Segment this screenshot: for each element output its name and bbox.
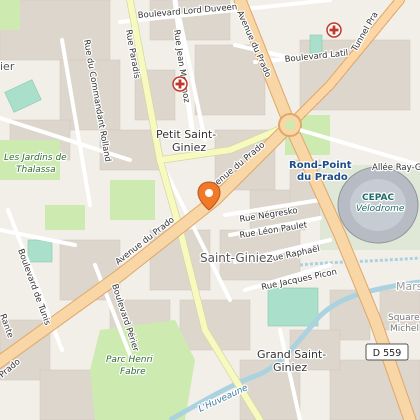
label-rond-point-1: Rond-Point <box>289 160 352 171</box>
rond-point-centre <box>285 120 295 130</box>
label-petit-saint-giniez-1: Petit Saint- <box>156 128 216 141</box>
label-marseille-fragment: Mars <box>396 280 420 293</box>
map-svg[interactable]: Boulevard Lord Duveen Rue Paradis Rue Je… <box>0 0 420 420</box>
label-grand-saint-giniez-1: Grand Saint- <box>257 348 326 361</box>
label-parc-henri-fabre-1: Parc Henri <box>106 355 153 365</box>
label-ier-fragment: ier <box>0 60 15 73</box>
label-grand-saint-giniez-2: Giniez <box>273 361 307 374</box>
label-petit-saint-giniez-2: Giniez <box>172 141 206 154</box>
label-saint-giniez: Saint-Giniez <box>200 251 273 265</box>
label-rond-point-2: du Prado <box>297 172 348 183</box>
label-cepac: CEPAC <box>362 193 394 203</box>
label-allee-ray-grassi: Allée Ray-Gra <box>372 162 420 173</box>
label-square-2: Michel <box>390 324 419 334</box>
label-square-1: Square <box>388 313 420 323</box>
label-jardins-thalassa-1: Les Jardins de <box>4 153 67 163</box>
road-shield-label: D 559 <box>373 348 401 359</box>
road-shield-d559: D 559 <box>365 343 409 361</box>
hospital-icon[interactable] <box>172 76 188 92</box>
label-parc-henri-fabre-2: Fabre <box>120 367 146 377</box>
map-canvas[interactable]: Boulevard Lord Duveen Rue Paradis Rue Je… <box>0 0 420 420</box>
label-jardins-thalassa-2: Thalassa <box>16 165 56 175</box>
label-velodrome: Vélodrome <box>356 203 405 214</box>
hospital-icon[interactable] <box>326 22 342 38</box>
